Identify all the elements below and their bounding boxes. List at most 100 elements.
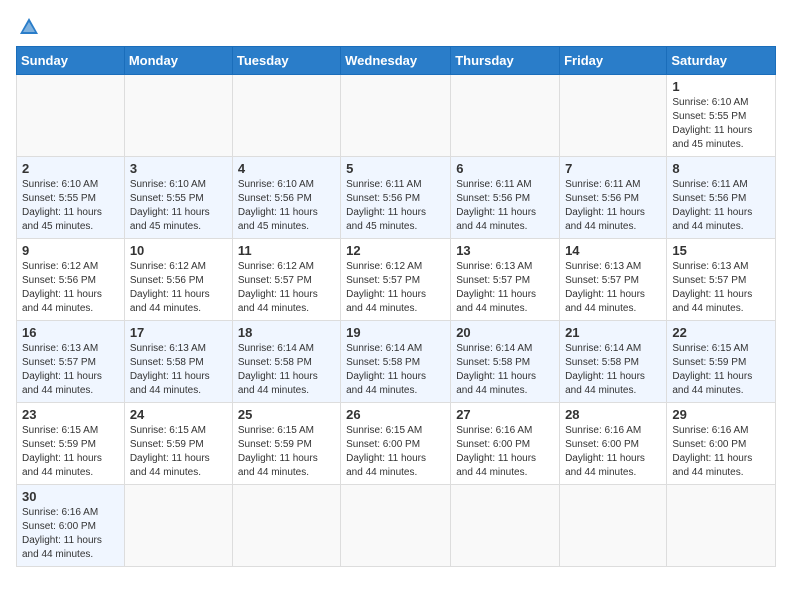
day-info: Sunrise: 6:13 AMSunset: 5:57 PMDaylight:… (672, 260, 770, 316)
calendar-cell: 11 Sunrise: 6:12 AMSunset: 5:57 PMDayligh… (232, 239, 340, 321)
day-info: Sunrise: 6:10 AMSunset: 5:55 PMDaylight:… (22, 178, 119, 234)
day-number: 4 (238, 161, 335, 176)
day-number: 17 (130, 325, 227, 340)
day-number: 19 (346, 325, 445, 340)
day-info: Sunrise: 6:12 AMSunset: 5:57 PMDaylight:… (238, 260, 335, 316)
day-info: Sunrise: 6:14 AMSunset: 5:58 PMDaylight:… (346, 342, 445, 398)
calendar-cell: 16 Sunrise: 6:13 AMSunset: 5:57 PMDayligh… (17, 321, 125, 403)
calendar-cell: 6 Sunrise: 6:11 AMSunset: 5:56 PMDaylight… (451, 157, 560, 239)
day-number: 28 (565, 407, 661, 422)
calendar-cell: 19 Sunrise: 6:14 AMSunset: 5:58 PMDayligh… (341, 321, 451, 403)
day-info: Sunrise: 6:12 AMSunset: 5:56 PMDaylight:… (130, 260, 227, 316)
calendar-cell: 25 Sunrise: 6:15 AMSunset: 5:59 PMDayligh… (232, 403, 340, 485)
calendar-cell: 10 Sunrise: 6:12 AMSunset: 5:56 PMDayligh… (124, 239, 232, 321)
calendar-cell: 27Sunrise: 6:16 AMSunset: 6:00 PMDayligh… (451, 403, 560, 485)
day-number: 25 (238, 407, 335, 422)
header-saturday: Saturday (667, 47, 776, 75)
calendar-cell: 2 Sunrise: 6:10 AMSunset: 5:55 PMDaylight… (17, 157, 125, 239)
day-number: 11 (238, 243, 335, 258)
logo-icon (18, 16, 40, 36)
day-info: Sunrise: 6:10 AMSunset: 5:55 PMDaylight:… (672, 96, 770, 152)
day-number: 24 (130, 407, 227, 422)
day-info: Sunrise: 6:16 AMSunset: 6:00 PMDaylight:… (565, 424, 661, 480)
calendar-cell: 26 Sunrise: 6:15 AMSunset: 6:00 PMDayligh… (341, 403, 451, 485)
day-number: 22 (672, 325, 770, 340)
day-info: Sunrise: 6:12 AMSunset: 5:56 PMDaylight:… (22, 260, 119, 316)
calendar-cell: 3 Sunrise: 6:10 AMSunset: 5:55 PMDaylight… (124, 157, 232, 239)
calendar-cell: 22 Sunrise: 6:15 AMSunset: 5:59 PMDayligh… (667, 321, 776, 403)
day-number: 1 (672, 79, 770, 94)
calendar-week-5: 23 Sunrise: 6:15 AMSunset: 5:59 PMDayligh… (17, 403, 776, 485)
calendar-cell: 5Sunrise: 6:11 AMSunset: 5:56 PMDaylight… (341, 157, 451, 239)
calendar-week-3: 9 Sunrise: 6:12 AMSunset: 5:56 PMDaylight… (17, 239, 776, 321)
calendar-cell (341, 485, 451, 567)
calendar-cell (451, 75, 560, 157)
header-friday: Friday (560, 47, 667, 75)
calendar-cell: 28 Sunrise: 6:16 AMSunset: 6:00 PMDayligh… (560, 403, 667, 485)
day-number: 20 (456, 325, 554, 340)
calendar-cell: 12Sunrise: 6:12 AMSunset: 5:57 PMDayligh… (341, 239, 451, 321)
calendar-cell (451, 485, 560, 567)
day-info: Sunrise: 6:10 AMSunset: 5:56 PMDaylight:… (238, 178, 335, 234)
page-header (16, 16, 776, 36)
header-sunday: Sunday (17, 47, 125, 75)
day-number: 30 (22, 489, 119, 504)
calendar-cell (232, 75, 340, 157)
calendar-cell (232, 485, 340, 567)
calendar-cell: 17 Sunrise: 6:13 AMSunset: 5:58 PMDayligh… (124, 321, 232, 403)
day-number: 2 (22, 161, 119, 176)
calendar-cell: 7Sunrise: 6:11 AMSunset: 5:56 PMDaylight… (560, 157, 667, 239)
day-info: Sunrise: 6:13 AMSunset: 5:57 PMDaylight:… (22, 342, 119, 398)
calendar-cell: 14Sunrise: 6:13 AMSunset: 5:57 PMDayligh… (560, 239, 667, 321)
day-info: Sunrise: 6:13 AMSunset: 5:58 PMDaylight:… (130, 342, 227, 398)
day-info: Sunrise: 6:14 AMSunset: 5:58 PMDaylight:… (456, 342, 554, 398)
header-tuesday: Tuesday (232, 47, 340, 75)
calendar-cell: 4 Sunrise: 6:10 AMSunset: 5:56 PMDaylight… (232, 157, 340, 239)
calendar-cell: 30 Sunrise: 6:16 AMSunset: 6:00 PMDayligh… (17, 485, 125, 567)
day-number: 5 (346, 161, 445, 176)
calendar-cell: 8Sunrise: 6:11 AMSunset: 5:56 PMDaylight… (667, 157, 776, 239)
calendar-cell (560, 75, 667, 157)
calendar-cell: 20 Sunrise: 6:14 AMSunset: 5:58 PMDayligh… (451, 321, 560, 403)
calendar-week-6: 30 Sunrise: 6:16 AMSunset: 6:00 PMDayligh… (17, 485, 776, 567)
header-monday: Monday (124, 47, 232, 75)
day-number: 9 (22, 243, 119, 258)
day-number: 15 (672, 243, 770, 258)
header-wednesday: Wednesday (341, 47, 451, 75)
calendar-cell: 24 Sunrise: 6:15 AMSunset: 5:59 PMDayligh… (124, 403, 232, 485)
header-thursday: Thursday (451, 47, 560, 75)
day-info: Sunrise: 6:15 AMSunset: 5:59 PMDaylight:… (130, 424, 227, 480)
calendar-cell (124, 485, 232, 567)
day-info: Sunrise: 6:16 AMSunset: 6:00 PMDaylight:… (456, 424, 554, 480)
day-number: 29 (672, 407, 770, 422)
day-info: Sunrise: 6:16 AMSunset: 6:00 PMDaylight:… (672, 424, 770, 480)
day-info: Sunrise: 6:11 AMSunset: 5:56 PMDaylight:… (672, 178, 770, 234)
day-info: Sunrise: 6:11 AMSunset: 5:56 PMDaylight:… (565, 178, 661, 234)
calendar-cell (667, 485, 776, 567)
day-number: 23 (22, 407, 119, 422)
day-info: Sunrise: 6:11 AMSunset: 5:56 PMDaylight:… (456, 178, 554, 234)
day-number: 16 (22, 325, 119, 340)
day-info: Sunrise: 6:14 AMSunset: 5:58 PMDaylight:… (565, 342, 661, 398)
calendar-cell: 9 Sunrise: 6:12 AMSunset: 5:56 PMDaylight… (17, 239, 125, 321)
day-info: Sunrise: 6:15 AMSunset: 5:59 PMDaylight:… (238, 424, 335, 480)
calendar-cell: 29 Sunrise: 6:16 AMSunset: 6:00 PMDayligh… (667, 403, 776, 485)
day-number: 26 (346, 407, 445, 422)
calendar-cell (17, 75, 125, 157)
day-info: Sunrise: 6:15 AMSunset: 5:59 PMDaylight:… (22, 424, 119, 480)
day-info: Sunrise: 6:14 AMSunset: 5:58 PMDaylight:… (238, 342, 335, 398)
day-info: Sunrise: 6:16 AMSunset: 6:00 PMDaylight:… (22, 506, 119, 562)
day-info: Sunrise: 6:15 AMSunset: 6:00 PMDaylight:… (346, 424, 445, 480)
day-info: Sunrise: 6:10 AMSunset: 5:55 PMDaylight:… (130, 178, 227, 234)
day-info: Sunrise: 6:13 AMSunset: 5:57 PMDaylight:… (565, 260, 661, 316)
day-number: 21 (565, 325, 661, 340)
calendar-header-row: SundayMondayTuesdayWednesdayThursdayFrid… (17, 47, 776, 75)
day-number: 10 (130, 243, 227, 258)
calendar-cell: 15 Sunrise: 6:13 AMSunset: 5:57 PMDayligh… (667, 239, 776, 321)
day-info: Sunrise: 6:15 AMSunset: 5:59 PMDaylight:… (672, 342, 770, 398)
day-number: 3 (130, 161, 227, 176)
day-info: Sunrise: 6:12 AMSunset: 5:57 PMDaylight:… (346, 260, 445, 316)
calendar-week-4: 16 Sunrise: 6:13 AMSunset: 5:57 PMDayligh… (17, 321, 776, 403)
day-number: 6 (456, 161, 554, 176)
day-number: 13 (456, 243, 554, 258)
